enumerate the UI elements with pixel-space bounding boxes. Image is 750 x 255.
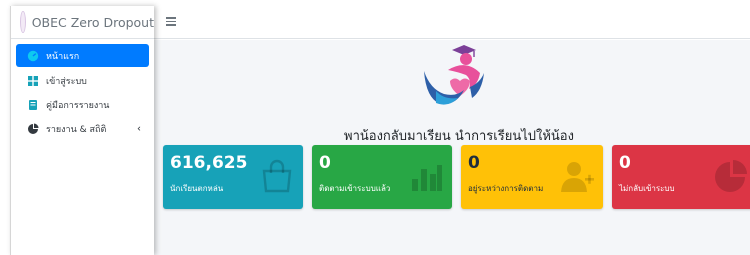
book-icon (27, 99, 39, 111)
top-navbar (154, 6, 750, 39)
stat-card-tracked-enrolled: 0 ติดตามเข้าระบบแล้ว (312, 145, 452, 209)
stat-label: ไม่กลับเข้าระบบ (619, 184, 675, 193)
gauge-icon (27, 50, 39, 62)
stat-label: นักเรียนตกหล่น (170, 184, 224, 193)
pie-chart-icon (27, 123, 39, 135)
user-plus-icon (560, 159, 594, 193)
brand-title: OBEC Zero Dropout (31, 14, 154, 30)
sidebar-item-label: รายงาน & สถิติ (46, 124, 107, 135)
sidebar: OBEC Zero Dropout หน้าแรก เข้าสู่ระบบ คู… (10, 6, 154, 255)
sidebar-item-manual[interactable]: คู่มือการรายงาน (16, 94, 149, 115)
stat-card-dropout-students: 616,625 นักเรียนตกหล่น (163, 145, 303, 209)
sidebar-item-home[interactable]: หน้าแรก (16, 44, 149, 67)
pie-chart-icon (714, 159, 748, 193)
stat-card-not-returned: 0 ไม่กลับเข้าระบบ (612, 145, 750, 209)
chevron-left-icon: ‹ (137, 123, 141, 134)
stat-card-in-progress: 0 อยู่ระหว่างการติดตาม (461, 145, 603, 209)
brand-logo-icon (20, 11, 26, 33)
hamburger-icon[interactable] (166, 17, 176, 26)
sidebar-item-label: คู่มือการรายงาน (46, 100, 110, 111)
grid-icon (27, 75, 39, 87)
stat-value: 0 (619, 153, 631, 173)
stat-value: 0 (319, 153, 331, 173)
sidebar-item-label: เข้าสู่ระบบ (46, 76, 87, 87)
sidebar-item-reports[interactable]: รายงาน & สถิติ ‹ (16, 118, 149, 139)
shopping-bag-icon (260, 159, 294, 193)
brand-link[interactable]: OBEC Zero Dropout (11, 6, 154, 39)
page-left-margin (0, 0, 10, 255)
page-slogan: พาน้องกลับมาเรียน นำการเรียนไปให้น้อง (344, 129, 574, 144)
stat-label: อยู่ระหว่างการติดตาม (468, 184, 544, 193)
stat-value: 0 (468, 153, 480, 173)
sidebar-item-label: หน้าแรก (46, 51, 80, 62)
zero-dropout-logo (418, 43, 490, 125)
bar-chart-icon (409, 159, 443, 193)
stat-value: 616,625 (170, 153, 248, 173)
sidebar-nav: หน้าแรก เข้าสู่ระบบ คู่มือการรายงาน รายง… (11, 39, 154, 139)
stat-label: ติดตามเข้าระบบแล้ว (319, 184, 391, 193)
main-content: พาน้องกลับมาเรียน นำการเรียนไปให้น้อง 61… (154, 40, 750, 255)
sidebar-item-login[interactable]: เข้าสู่ระบบ (16, 70, 149, 91)
